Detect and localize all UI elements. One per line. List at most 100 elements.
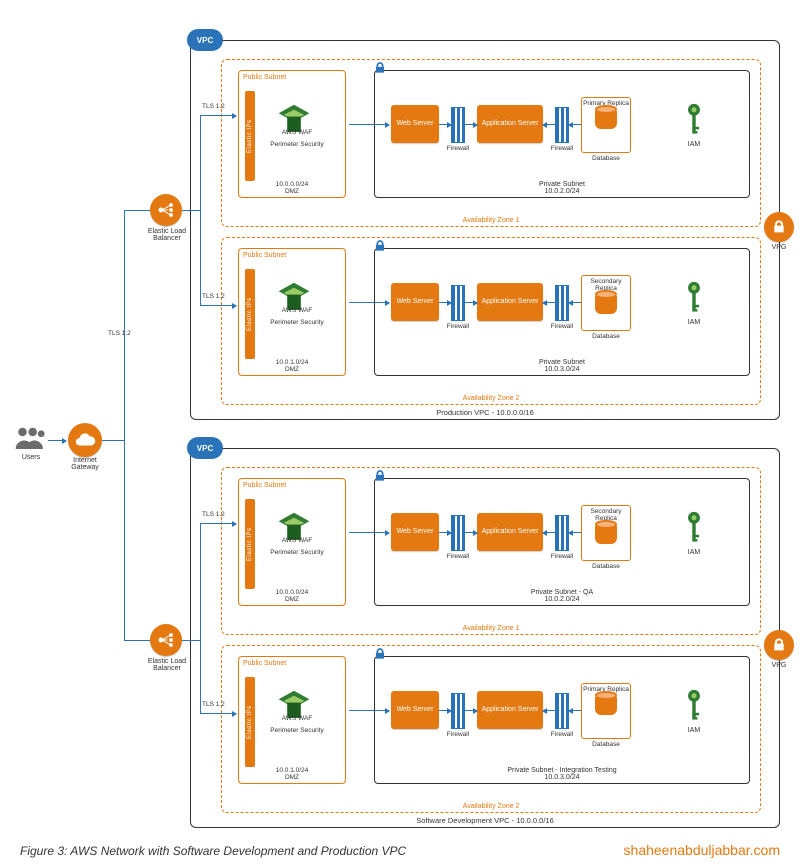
aws-waf-label: AWS WAF [269, 307, 325, 314]
cidr: 10.0.0.0/24 [276, 589, 309, 596]
az-label: Availability Zone 1 [222, 217, 760, 224]
elastic-ips: Elastic IPs [245, 677, 255, 767]
public-subnet: Public Subnet Elastic IPs AWS WAF Perime… [238, 656, 346, 784]
users-icon: Users [14, 424, 48, 461]
lock-icon [373, 469, 387, 483]
connector [569, 124, 581, 125]
connector [200, 305, 236, 306]
tls-label: TLS 1.2 [202, 701, 225, 708]
users-label: Users [14, 454, 48, 461]
iam-label: IAM [677, 141, 711, 148]
web-server: Web Server [391, 283, 439, 321]
database-icon [595, 695, 617, 715]
database-icon [595, 109, 617, 129]
perimeter-label: Perimeter Security [267, 549, 327, 556]
database-icon [595, 294, 617, 314]
firewall-icon [451, 693, 465, 729]
application-server: Application Server [477, 691, 543, 729]
perimeter-label: Perimeter Security [267, 319, 327, 326]
connector [349, 532, 389, 533]
connector [200, 115, 236, 116]
vpg-label: VPG [764, 662, 794, 669]
availability-zone-1: Availability Zone 1 Public Subnet Elasti… [221, 467, 761, 635]
connector [543, 302, 555, 303]
database-block: Secondary Replica [581, 505, 631, 561]
firewall-label: Firewall [547, 731, 577, 738]
connector [439, 532, 451, 533]
elastic-ips: Elastic IPs [245, 91, 255, 181]
elastic-load-balancer-icon [150, 194, 182, 226]
iam-key-icon [685, 689, 703, 723]
elb-label: Elastic Load Balancer [138, 228, 196, 242]
firewall-icon [555, 107, 569, 143]
vpc-software-development: VPC Software Development VPC - 10.0.0.0/… [190, 448, 780, 828]
connector [439, 302, 451, 303]
internet-gateway-label: Internet Gateway [60, 457, 110, 471]
vpc-production: VPC Production VPC - 10.0.0.0/16 Availab… [190, 40, 780, 420]
public-subnet: Public Subnet Elastic IPs AWS WAF Perime… [238, 248, 346, 376]
perimeter-label: Perimeter Security [267, 727, 327, 734]
firewall-icon [555, 285, 569, 321]
db-bottom: Database [581, 563, 631, 570]
private-cidr: 10.0.3.0/24 [544, 366, 579, 373]
firewall-label: Firewall [443, 553, 473, 560]
iam-label: IAM [677, 727, 711, 734]
tls-label: TLS 1.2 [108, 330, 131, 337]
connector [182, 210, 200, 211]
connector [349, 302, 389, 303]
application-server: Application Server [477, 513, 543, 551]
connector [465, 532, 477, 533]
private-cidr: 10.0.3.0/24 [544, 774, 579, 781]
private-label: Private Subnet - Integration Testing [507, 767, 616, 774]
database-block: Primary Replica [581, 683, 631, 739]
vpc-footer: Production VPC - 10.0.0.0/16 [191, 408, 779, 417]
firewall-icon [555, 515, 569, 551]
connector [465, 302, 477, 303]
iam-key-icon [685, 511, 703, 545]
cidr: 10.0.0.0/24 [276, 181, 309, 188]
firewall-label: Firewall [443, 323, 473, 330]
vpg-icon [764, 630, 794, 660]
dmz: DMZ [285, 596, 299, 603]
connector [200, 523, 201, 713]
web-server: Web Server [391, 105, 439, 143]
private-subnet: Private Subnet10.0.2.0/24 Web Server Fir… [374, 70, 750, 198]
tls-label: TLS 1.2 [202, 103, 225, 110]
private-cidr: 10.0.2.0/24 [544, 596, 579, 603]
perimeter-label: Perimeter Security [267, 141, 327, 148]
connector [124, 210, 150, 211]
public-subnet: Public Subnet Elastic IPs AWS WAF Perime… [238, 478, 346, 606]
private-label: Private Subnet - QA [531, 589, 593, 596]
tls-label: TLS 1.2 [202, 511, 225, 518]
public-subnet-title: Public Subnet [239, 249, 345, 259]
firewall-label: Firewall [547, 323, 577, 330]
connector [102, 440, 124, 441]
availability-zone-2: Availability Zone 2 Public Subnet Elasti… [221, 237, 761, 405]
connector [465, 710, 477, 711]
private-subnet: Private Subnet10.0.3.0/24 Web Server Fir… [374, 248, 750, 376]
vpg-icon [764, 212, 794, 242]
firewall-label: Firewall [443, 145, 473, 152]
connector [543, 532, 555, 533]
application-server: Application Server [477, 105, 543, 143]
lock-icon [373, 61, 387, 75]
connector [124, 640, 150, 641]
vpc-footer: Software Development VPC - 10.0.0.0/16 [191, 816, 779, 825]
connector [200, 115, 201, 305]
connector [465, 124, 477, 125]
tls-label: TLS 1.2 [202, 293, 225, 300]
connector [182, 640, 200, 641]
application-server: Application Server [477, 283, 543, 321]
az-label: Availability Zone 2 [222, 803, 760, 810]
aws-waf-label: AWS WAF [269, 715, 325, 722]
vpg-label: VPG [764, 244, 794, 251]
cidr: 10.0.1.0/24 [276, 359, 309, 366]
connector [569, 710, 581, 711]
connector [439, 124, 451, 125]
database-block: Secondary Replica [581, 275, 631, 331]
figure-caption: Figure 3: AWS Network with Software Deve… [20, 844, 406, 858]
private-label: Private Subnet [539, 359, 585, 366]
connector [543, 124, 555, 125]
database-block: Primary Replica [581, 97, 631, 153]
connector [349, 710, 389, 711]
